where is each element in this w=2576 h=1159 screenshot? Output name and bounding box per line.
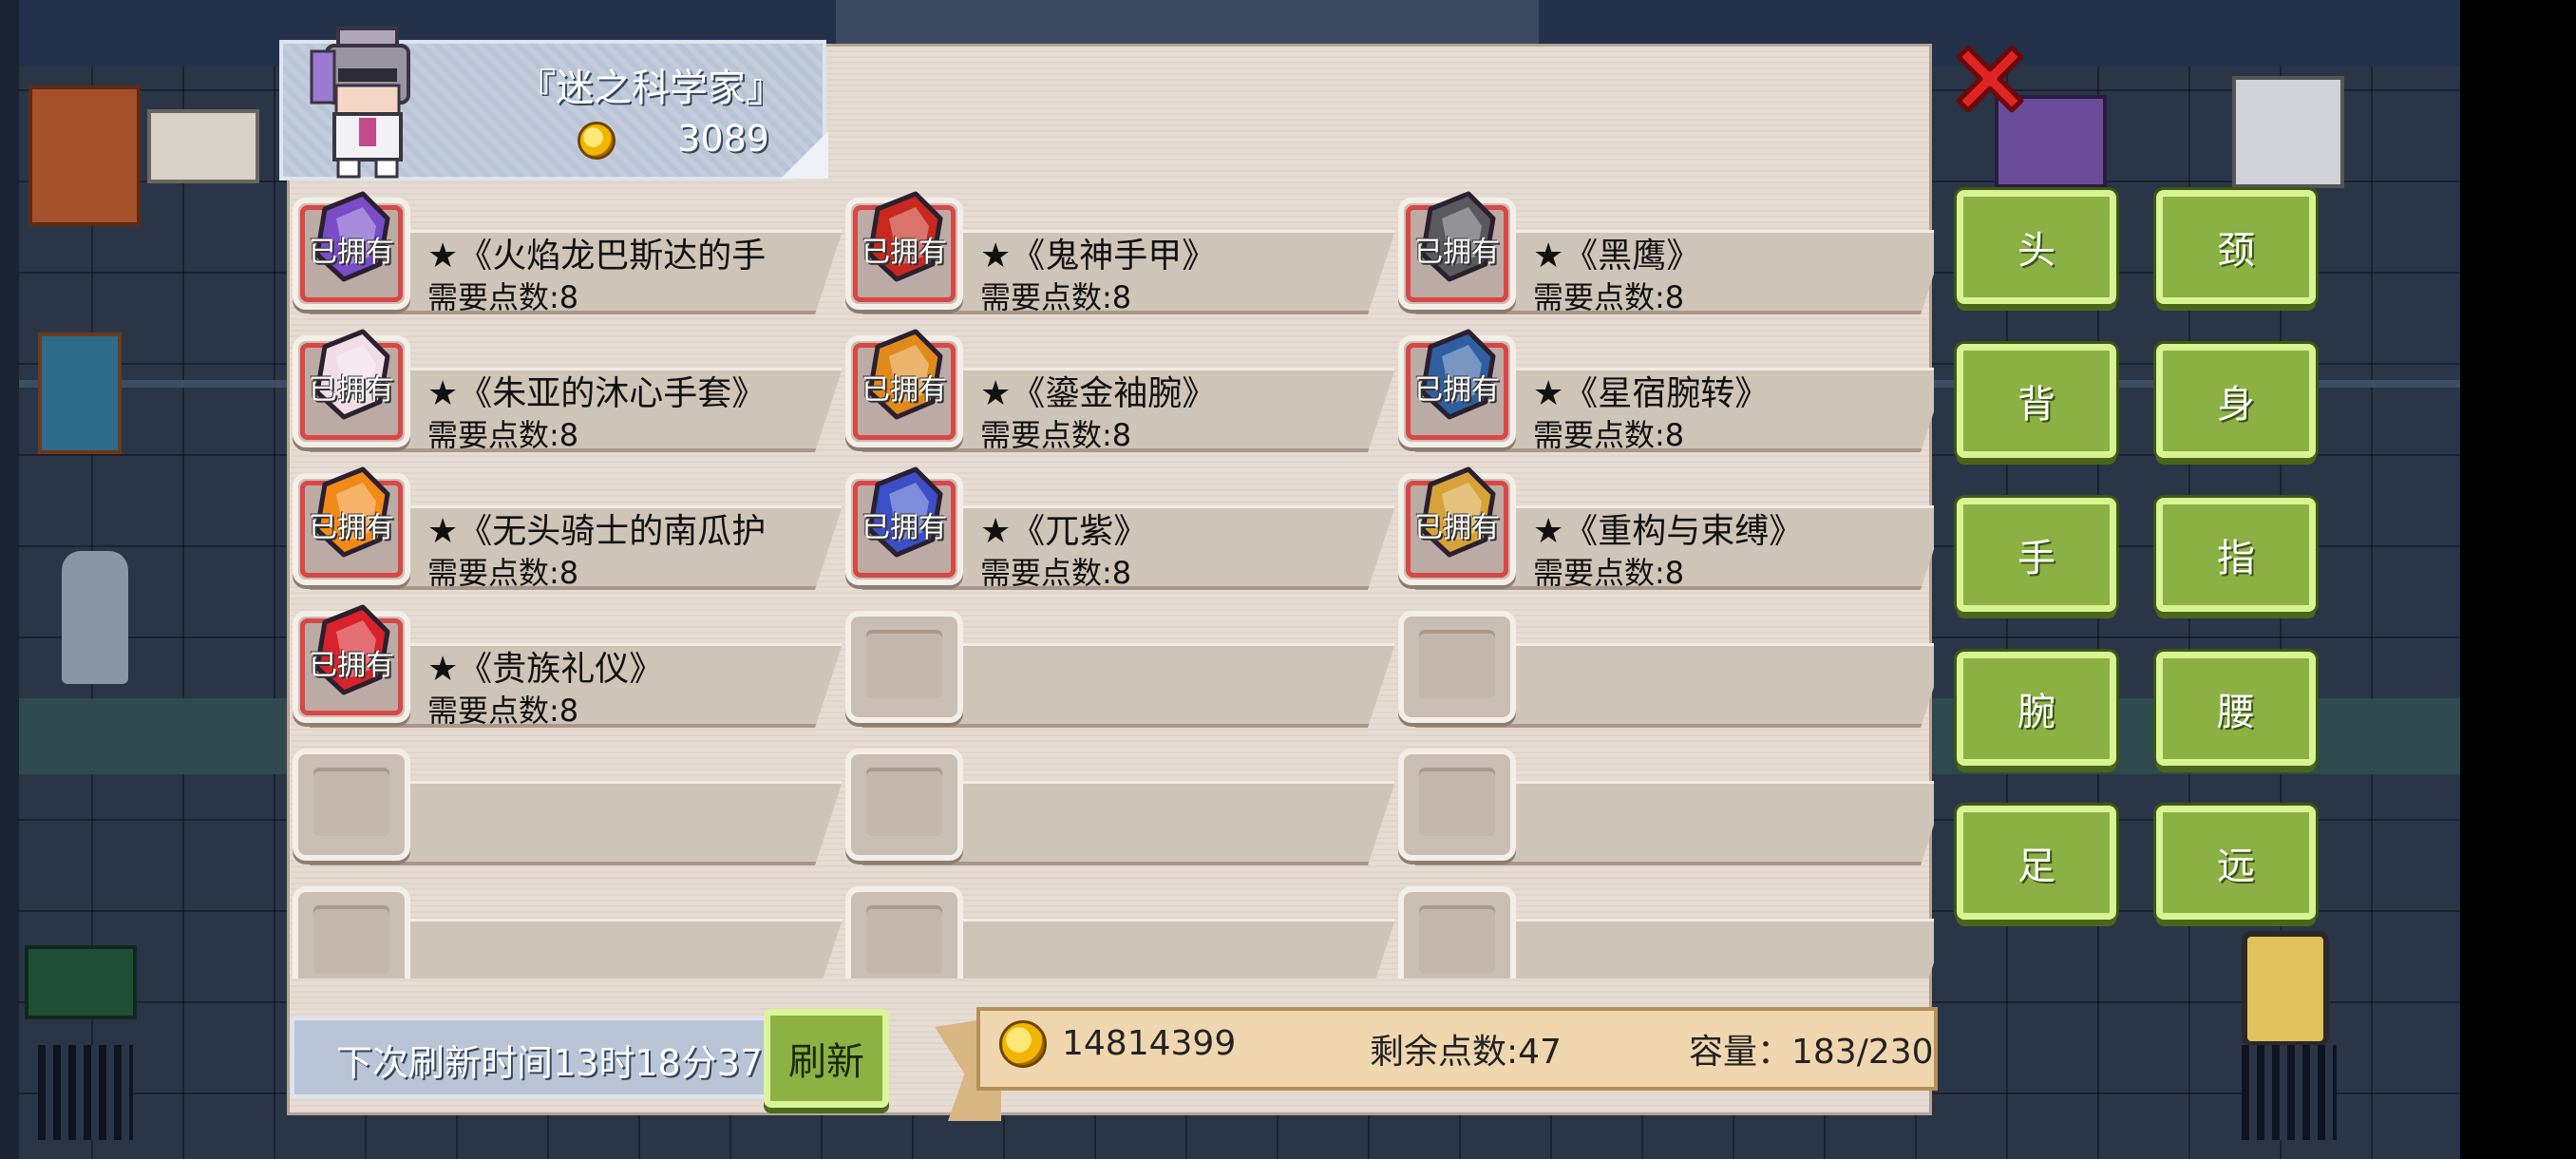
item-name: ★《兀紫》 [980, 512, 1148, 545]
close-icon[interactable] [1947, 36, 2033, 122]
item-name: ★《火焰龙巴斯达的手 [427, 237, 767, 270]
screen-edge [2460, 0, 2576, 1159]
item-icon-slot [845, 886, 963, 978]
shop-item[interactable]: 已拥有 ★《朱亚的沐心手套》 需要点数:8 [291, 318, 843, 455]
remaining-points: 剩余点数:47 [1370, 1033, 1562, 1072]
refresh-button[interactable]: 刷新 [764, 1009, 889, 1108]
owned-label: 已拥有 [309, 511, 394, 544]
refresh-timer-text: 下次刷新时间13时18分37 [336, 1042, 764, 1081]
item-cost: 需要点数:8 [427, 279, 579, 315]
shop-item[interactable]: 已拥有 ★《无头骑士的南瓜护 需要点数:8 [291, 456, 843, 593]
item-cost: 需要点数:8 [980, 279, 1132, 315]
item-cost: 需要点数:8 [1533, 279, 1685, 315]
gold-amount: 14814399 [1062, 1024, 1237, 1063]
shop-item[interactable]: 已拥有 ★《贵族礼仪》 需要点数:8 [291, 594, 843, 731]
empty-item-slot[interactable] [1396, 594, 1934, 731]
slot-category-button[interactable]: 腕 [1957, 652, 2116, 766]
empty-item-slot[interactable] [291, 732, 843, 868]
slot-category-button[interactable]: 腰 [2156, 652, 2316, 766]
slot-category-button[interactable]: 远 [2156, 806, 2316, 920]
merchant-coin-count: 3089 [677, 118, 769, 160]
owned-label: 已拥有 [1414, 373, 1500, 407]
owned-label: 已拥有 [862, 511, 947, 544]
owned-label: 已拥有 [309, 649, 394, 682]
item-icon-slot [293, 886, 410, 978]
shop-item[interactable]: 已拥有 ★《火焰龙巴斯达的手 需要点数:8 [291, 180, 843, 317]
owned-label: 已拥有 [862, 373, 947, 407]
slot-category-button[interactable]: 头 [1957, 190, 2116, 304]
item-name: ★《星宿腕转》 [1533, 374, 1770, 408]
slot-category-button[interactable]: 指 [2156, 498, 2316, 612]
item-name: ★《朱亚的沐心手套》 [427, 374, 767, 408]
shop-item[interactable]: 已拥有 ★《黑鹰》需要点数:8 [1396, 180, 1934, 317]
slot-category-button[interactable]: 颈 [2156, 190, 2316, 304]
coin-icon [578, 122, 616, 160]
slot-category-button[interactable]: 手 [1957, 498, 2116, 612]
item-icon-slot [845, 749, 963, 861]
item-cost: 需要点数:8 [1533, 555, 1685, 591]
item-cost: 需要点数:8 [980, 555, 1132, 591]
shop-item[interactable]: 已拥有 ★《重构与束缚》 需要点数:8 [1396, 456, 1934, 593]
item-cost: 需要点数:8 [1533, 417, 1685, 453]
merchant-title: 『迷之科学家』 [518, 66, 784, 110]
item-cost: 需要点数:8 [427, 693, 579, 729]
item-cost: 需要点数:8 [427, 417, 579, 453]
item-icon-slot [845, 611, 963, 723]
owned-label: 已拥有 [1414, 236, 1500, 269]
owned-label: 已拥有 [862, 236, 947, 269]
shop-item[interactable]: 已拥有 ★《鎏金袖腕》 需要点数:8 [843, 318, 1396, 455]
shop-item[interactable]: 已拥有 ★《兀紫》需要点数:8 [843, 456, 1396, 593]
empty-item-slot[interactable] [843, 594, 1396, 731]
empty-item-slot[interactable] [291, 869, 843, 978]
item-icon-slot [293, 749, 410, 861]
item-name: ★《贵族礼仪》 [427, 650, 664, 683]
slot-category-button[interactable]: 身 [2156, 344, 2316, 458]
item-icon-slot [1398, 611, 1516, 723]
owned-label: 已拥有 [309, 373, 394, 407]
slot-category-button[interactable]: 足 [1957, 806, 2116, 920]
item-cost: 需要点数:8 [980, 417, 1132, 453]
item-icon-slot [1398, 886, 1516, 978]
item-cost: 需要点数:8 [427, 555, 579, 591]
item-name: ★《鬼神手甲》 [980, 237, 1217, 270]
slot-category-button[interactable]: 背 [1957, 344, 2116, 458]
owned-label: 已拥有 [309, 236, 394, 269]
empty-item-slot[interactable] [843, 869, 1396, 978]
item-name: ★《黑鹰》 [1533, 237, 1701, 270]
capacity-text: 容量：183/230 [1689, 1033, 1934, 1072]
gold-coin-icon [999, 1020, 1047, 1068]
empty-item-slot[interactable] [1396, 869, 1934, 978]
owned-label: 已拥有 [1414, 511, 1500, 544]
item-name: ★《无头骑士的南瓜护 [427, 512, 767, 545]
shop-item[interactable]: 已拥有 ★《鬼神手甲》 需要点数:8 [843, 180, 1396, 317]
item-name: ★《重构与束缚》 [1533, 512, 1804, 545]
empty-item-slot[interactable] [1396, 732, 1934, 868]
empty-item-slot[interactable] [843, 732, 1396, 868]
item-grid: 已拥有 ★《火焰龙巴斯达的手 需要点数:8 已拥有 ★《鬼神手甲》 需要点数:8 已拥有 ★《… [291, 180, 1934, 978]
shop-item[interactable]: 已拥有 ★《星宿腕转》 需要点数:8 [1396, 318, 1934, 455]
scientist-avatar-icon [310, 27, 410, 179]
item-icon-slot [1398, 749, 1516, 861]
item-name: ★《鎏金袖腕》 [980, 374, 1217, 408]
